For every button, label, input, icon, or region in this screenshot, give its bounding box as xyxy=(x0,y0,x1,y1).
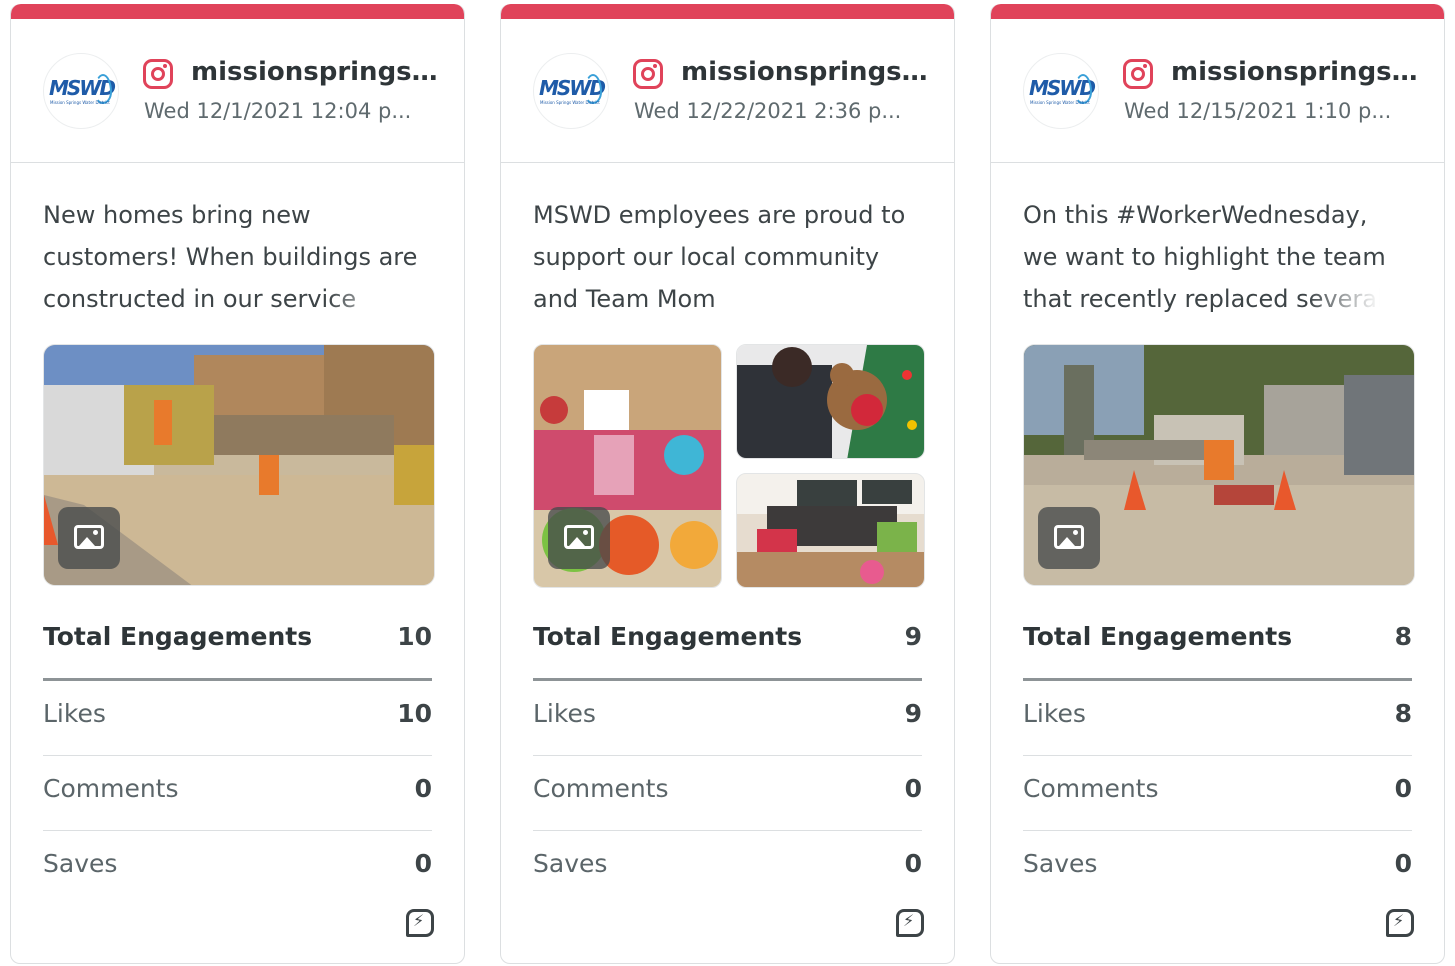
total-engagements-value: 9 xyxy=(904,622,922,651)
comments-row: Comments 0 xyxy=(1023,756,1412,831)
post-date: Wed 12/22/2021 2:36 p... xyxy=(634,99,902,123)
likes-label: Likes xyxy=(1023,699,1086,728)
card-accent-bar xyxy=(991,4,1444,19)
likes-row: Likes 10 xyxy=(43,681,432,756)
account-name[interactable]: missionsprings... xyxy=(1171,57,1421,87)
image-type-icon xyxy=(58,507,120,569)
image-sun xyxy=(1073,530,1078,535)
instagram-icon xyxy=(1123,59,1153,89)
gallery-image-group[interactable] xyxy=(736,473,925,588)
total-engagements-label: Total Engagements xyxy=(533,622,803,651)
image-sun xyxy=(93,530,98,535)
comments-row: Comments 0 xyxy=(533,756,922,831)
instagram-icon xyxy=(633,59,663,89)
post-card[interactable]: MSWD Mission Springs Water District miss… xyxy=(990,4,1445,964)
gallery-type-icon xyxy=(548,507,610,569)
total-engagements-label: Total Engagements xyxy=(1023,622,1293,651)
gallery-mountain xyxy=(569,537,585,546)
avatar[interactable]: MSWD Mission Springs Water District xyxy=(533,53,609,129)
post-date: Wed 12/1/2021 12:04 p... xyxy=(144,99,412,123)
post-text[interactable]: On this #WorkerWednesday, we want to hig… xyxy=(1023,194,1398,318)
engagement-stats: Total Engagements 8 Likes 8 Comments 0 S… xyxy=(1023,604,1412,905)
image-mountain xyxy=(79,537,95,546)
comments-label: Comments xyxy=(43,774,179,803)
text-fade xyxy=(1308,280,1398,318)
saves-value: 0 xyxy=(1394,849,1412,878)
group-photo xyxy=(737,474,924,587)
likes-label: Likes xyxy=(43,699,106,728)
boost-post-icon[interactable] xyxy=(1386,909,1414,937)
total-engagements-label: Total Engagements xyxy=(43,622,313,651)
account-name[interactable]: missionsprings... xyxy=(191,57,441,87)
likes-value: 8 xyxy=(1394,699,1412,728)
total-engagements-row: Total Engagements 8 xyxy=(1023,604,1412,681)
likes-value: 9 xyxy=(904,699,922,728)
instagram-icon xyxy=(143,59,173,89)
comments-value: 0 xyxy=(1394,774,1412,803)
likes-row: Likes 9 xyxy=(533,681,922,756)
comments-value: 0 xyxy=(414,774,432,803)
saves-label: Saves xyxy=(1023,849,1098,878)
comments-label: Comments xyxy=(533,774,669,803)
saves-label: Saves xyxy=(533,849,608,878)
card-accent-bar xyxy=(501,4,954,19)
saves-row: Saves 0 xyxy=(533,831,922,905)
card-header: MSWD Mission Springs Water District miss… xyxy=(11,19,464,163)
post-card[interactable]: MSWD Mission Springs Water District miss… xyxy=(500,4,955,964)
total-engagements-row: Total Engagements 9 xyxy=(533,604,922,681)
likes-label: Likes xyxy=(533,699,596,728)
image-mountain xyxy=(1059,537,1075,546)
post-text[interactable]: MSWD employees are proud to support our … xyxy=(533,194,908,318)
post-image[interactable] xyxy=(1023,344,1415,586)
post-cards-row: MSWD Mission Springs Water District miss… xyxy=(0,0,1455,966)
total-engagements-row: Total Engagements 10 xyxy=(43,604,432,681)
image-type-icon xyxy=(1038,507,1100,569)
comments-row: Comments 0 xyxy=(43,756,432,831)
post-date: Wed 12/15/2021 1:10 p... xyxy=(1124,99,1392,123)
total-engagements-value: 10 xyxy=(397,622,432,651)
boost-post-icon[interactable] xyxy=(406,909,434,937)
likes-row: Likes 8 xyxy=(1023,681,1412,756)
total-engagements-value: 8 xyxy=(1394,622,1412,651)
post-text[interactable]: New homes bring new customers! When buil… xyxy=(43,194,418,318)
post-card[interactable]: MSWD Mission Springs Water District miss… xyxy=(10,4,465,964)
avatar[interactable]: MSWD Mission Springs Water District xyxy=(1023,53,1099,129)
bear-photo xyxy=(737,345,924,458)
saves-value: 0 xyxy=(414,849,432,878)
text-fade xyxy=(818,280,908,318)
avatar-logo-subtext: Mission Springs Water District xyxy=(540,100,600,105)
boost-post-icon[interactable] xyxy=(896,909,924,937)
saves-row: Saves 0 xyxy=(1023,831,1412,905)
text-fade xyxy=(328,280,418,318)
saves-label: Saves xyxy=(43,849,118,878)
engagement-stats: Total Engagements 10 Likes 10 Comments 0… xyxy=(43,604,432,905)
post-gallery[interactable] xyxy=(533,344,925,588)
comments-value: 0 xyxy=(904,774,922,803)
post-image[interactable] xyxy=(43,344,435,586)
engagement-stats: Total Engagements 9 Likes 9 Comments 0 S… xyxy=(533,604,922,905)
avatar-logo-subtext: Mission Springs Water District xyxy=(1030,100,1090,105)
comments-label: Comments xyxy=(1023,774,1159,803)
avatar-logo-subtext: Mission Springs Water District xyxy=(50,100,110,105)
card-header: MSWD Mission Springs Water District miss… xyxy=(501,19,954,163)
avatar[interactable]: MSWD Mission Springs Water District xyxy=(43,53,119,129)
gallery-sun xyxy=(583,530,588,535)
account-name[interactable]: missionsprings... xyxy=(681,57,931,87)
saves-row: Saves 0 xyxy=(43,831,432,905)
gallery-image-bear[interactable] xyxy=(736,344,925,459)
likes-value: 10 xyxy=(397,699,432,728)
gallery-image-toys[interactable] xyxy=(533,344,722,588)
card-accent-bar xyxy=(11,4,464,19)
card-header: MSWD Mission Springs Water District miss… xyxy=(991,19,1444,163)
saves-value: 0 xyxy=(904,849,922,878)
